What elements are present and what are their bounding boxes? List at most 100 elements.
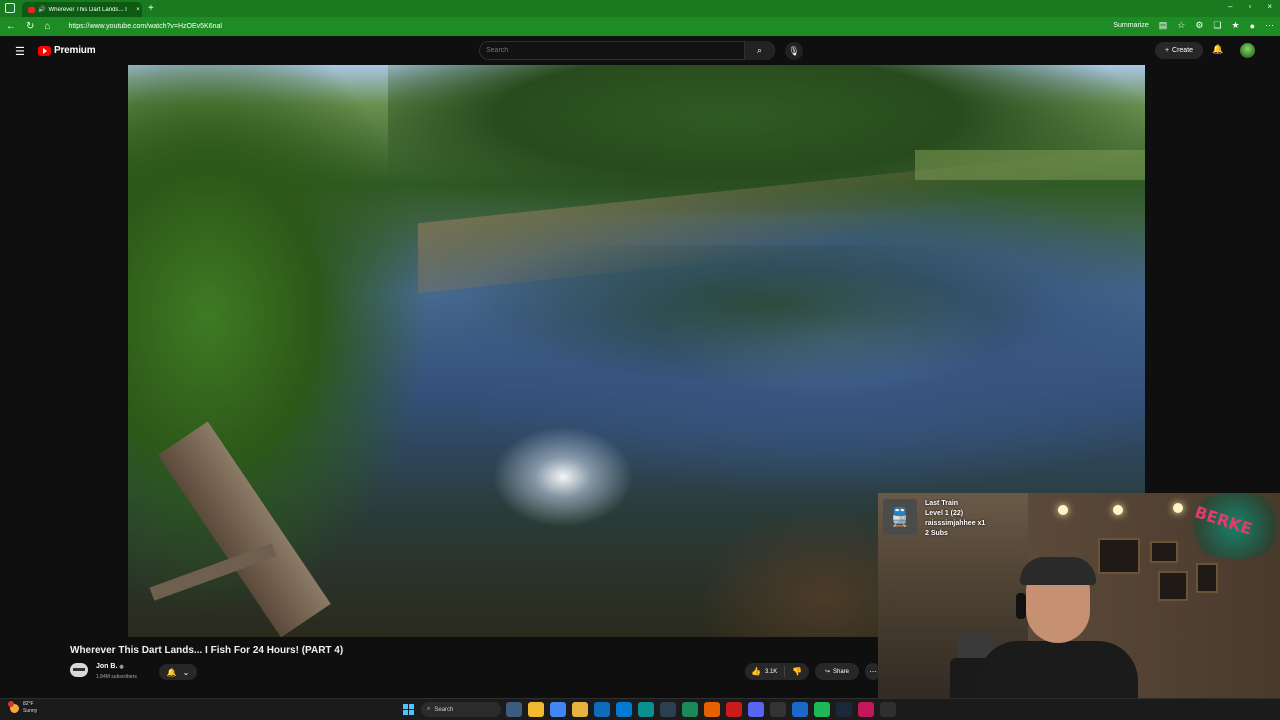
like-dislike-group: 👍 3.1K 👎	[745, 663, 809, 680]
channel-name-text[interactable]: Jon B.	[96, 663, 117, 670]
video-frame-grass	[915, 150, 1145, 180]
store-icon[interactable]	[594, 702, 610, 717]
video-title: Wherever This Dart Lands... I Fish For 2…	[70, 645, 344, 656]
more-options-icon[interactable]: ⋯	[1265, 20, 1274, 31]
share-label: Share	[833, 668, 850, 675]
speaker-icon[interactable]: 🔊	[38, 6, 45, 13]
address-bar: ← ↻ ⌂ https://www.youtube.com/watch?v=Hz…	[0, 17, 1280, 36]
tab-title: Wherever This Dart Lands... I	[48, 6, 127, 13]
search-input[interactable]	[486, 44, 736, 57]
minimize-button[interactable]: –	[1228, 2, 1232, 11]
search-box: ⌕	[479, 41, 775, 60]
create-button[interactable]: + Create	[1155, 42, 1203, 59]
youtube-header: ☰ Premium ⌕ 🎙 + Create 🔔	[0, 36, 1280, 65]
temperature: 82°F	[23, 701, 34, 707]
youtube-logo[interactable]: Premium	[38, 45, 96, 56]
app-dark-icon[interactable]	[660, 702, 676, 717]
tab-close-icon[interactable]: ×	[134, 7, 142, 13]
bell-icon: 🔔	[166, 667, 177, 677]
microphone-icon[interactable]: 🎙	[785, 42, 803, 60]
folder-icon[interactable]	[572, 702, 588, 717]
channel-avatar[interactable]	[70, 663, 88, 677]
browser-tab-bar: 🔊 Wherever This Dart Lands... I × + – ▫ …	[0, 0, 1280, 17]
taskbar-apps	[506, 702, 896, 717]
stream-logo: BERKE	[1180, 493, 1280, 559]
edge-icon[interactable]	[638, 702, 654, 717]
wall-frame	[1150, 541, 1178, 563]
favorite-star-icon[interactable]: ☆	[1177, 20, 1185, 31]
streamer-hat	[1020, 557, 1096, 585]
like-button[interactable]: 👍 3.1K	[745, 666, 785, 677]
youtube-play-icon	[38, 45, 51, 56]
collections-icon[interactable]: ❏	[1213, 20, 1221, 31]
summarize-button[interactable]: Summarize	[1113, 22, 1148, 29]
video-frame-leaves	[705, 497, 905, 637]
stream-logo-text: BERKE	[1192, 502, 1255, 539]
extensions-icon[interactable]: ⚙	[1195, 20, 1203, 31]
subscribed-button[interactable]: 🔔 ⌄	[159, 664, 197, 680]
widgets-icon[interactable]	[506, 702, 522, 717]
start-button[interactable]	[403, 704, 414, 715]
alert-text: Last Train Level 1 (22) raisssimjahhee x…	[925, 499, 985, 539]
reader-icon[interactable]: ▤	[1159, 20, 1168, 31]
menu-icon[interactable]: ☰	[15, 45, 25, 58]
refresh-icon[interactable]: ↻	[26, 21, 34, 32]
weather-widget[interactable]: 82°F Sunny	[8, 700, 37, 715]
obs-icon[interactable]	[880, 702, 896, 717]
channel-name[interactable]: Jon B. ◉	[96, 663, 124, 670]
windows-taskbar: 82°F Sunny ⌕ Search	[0, 698, 1280, 720]
headset	[1016, 593, 1026, 619]
ceiling-light	[1173, 503, 1183, 513]
chrome-icon[interactable]	[550, 702, 566, 717]
app-blue-icon[interactable]	[792, 702, 808, 717]
terminal-icon[interactable]	[770, 702, 786, 717]
spotify-icon[interactable]	[814, 702, 830, 717]
dislike-button[interactable]: 👎	[785, 667, 809, 676]
alert-level: Level 1 (22)	[925, 510, 964, 517]
ceiling-light	[1113, 505, 1123, 515]
mail-icon[interactable]	[616, 702, 632, 717]
firefox-icon[interactable]	[704, 702, 720, 717]
weather-text: 82°F Sunny	[23, 701, 37, 715]
taskbar-search[interactable]: ⌕ Search	[421, 702, 501, 717]
close-window-button[interactable]: ×	[1267, 2, 1272, 11]
like-count: 3.1K	[764, 668, 778, 675]
nav-buttons: ← ↻ ⌂	[6, 21, 50, 32]
account-avatar[interactable]	[1240, 43, 1255, 58]
file-explorer-icon[interactable]	[528, 702, 544, 717]
share-button[interactable]: ↪ Share	[815, 663, 859, 680]
opera-icon[interactable]	[726, 702, 742, 717]
sidebar-toggle-icon[interactable]	[5, 3, 15, 13]
profile-icon[interactable]: ●	[1250, 21, 1255, 31]
url-field[interactable]: https://www.youtube.com/watch?v=HzOEv5K6…	[68, 23, 222, 30]
thumbs-up-icon: 👍	[751, 667, 761, 676]
stream-alert: 🚆 Last Train Level 1 (22) raisssimjahhee…	[883, 499, 985, 539]
browser-tab-active[interactable]: 🔊 Wherever This Dart Lands... I ×	[22, 2, 142, 17]
app-pink-icon[interactable]	[858, 702, 874, 717]
maximize-button[interactable]: ▫	[1248, 2, 1251, 11]
wall-frame	[1196, 563, 1218, 593]
address-bar-actions: Summarize ▤ ☆ ⚙ ❏ ★ ● ⋯	[1113, 20, 1274, 31]
favorites-icon[interactable]: ★	[1231, 20, 1239, 31]
home-icon[interactable]: ⌂	[44, 21, 50, 32]
app-green-icon[interactable]	[682, 702, 698, 717]
ceiling-light	[1058, 505, 1068, 515]
youtube-favicon-icon	[28, 6, 35, 13]
search-icon[interactable]: ⌕	[744, 41, 774, 60]
back-icon[interactable]: ←	[6, 21, 16, 32]
new-tab-button[interactable]: +	[148, 3, 154, 14]
weather-condition: Sunny	[23, 708, 38, 714]
steam-icon[interactable]	[836, 702, 852, 717]
chevron-down-icon: ⌄	[182, 667, 190, 677]
notification-badge	[8, 700, 14, 707]
wall-frame	[1158, 571, 1188, 601]
share-icon: ↪	[824, 669, 830, 675]
notifications-bell-icon[interactable]: 🔔	[1212, 44, 1223, 55]
sun-icon	[8, 700, 19, 713]
discord-icon[interactable]	[748, 702, 764, 717]
logo-text: Premium	[54, 45, 96, 56]
train-icon: 🚆	[883, 499, 917, 535]
search-icon: ⌕	[427, 706, 431, 712]
plus-icon: +	[1164, 47, 1170, 54]
taskbar-search-label: Search	[434, 706, 454, 713]
